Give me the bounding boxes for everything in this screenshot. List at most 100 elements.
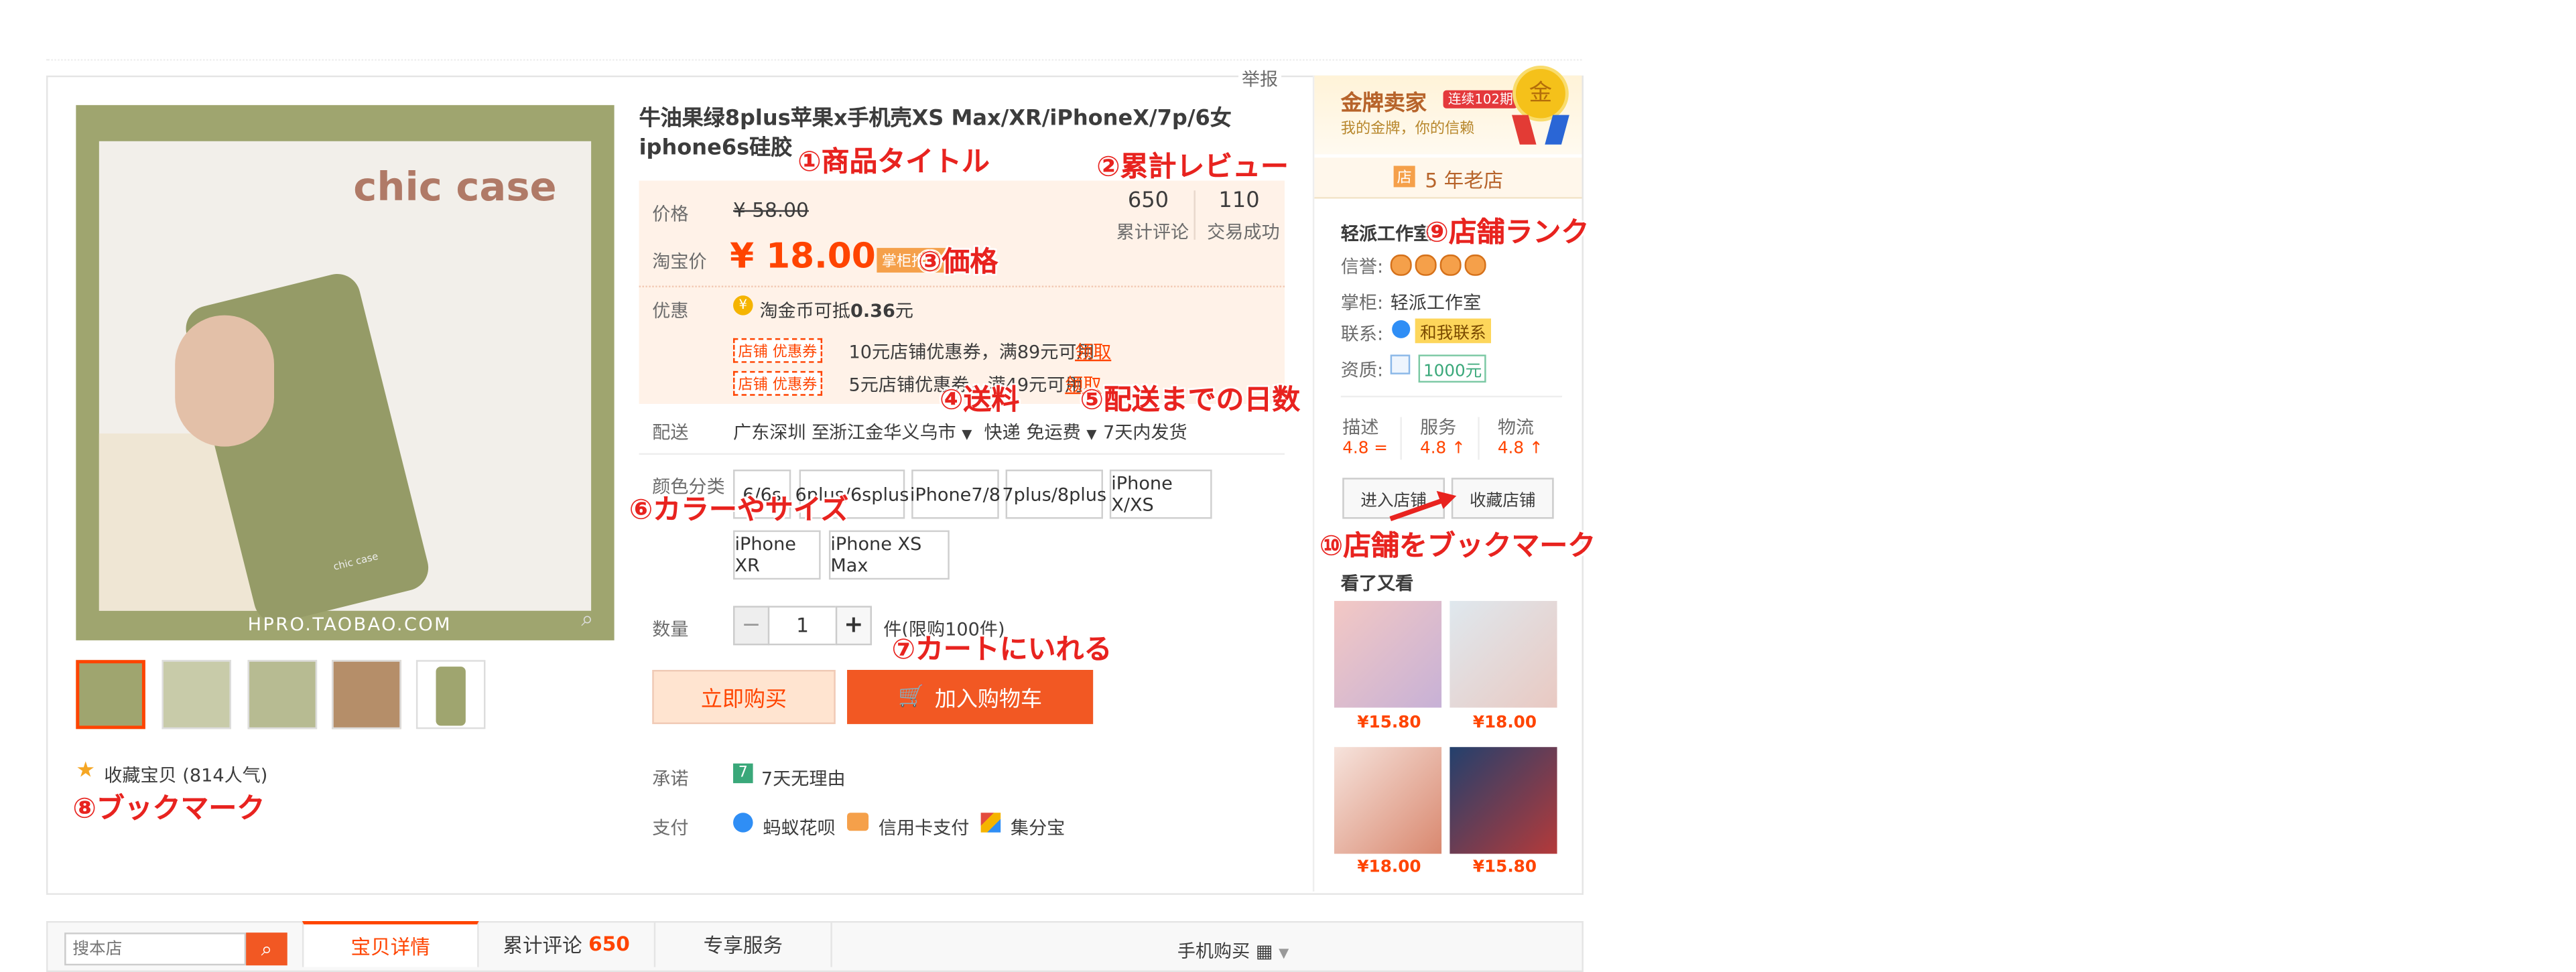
stats-divider bbox=[1194, 190, 1196, 240]
score-divider bbox=[1400, 417, 1402, 460]
annotation-shop-rank: ⑨店舗ランク bbox=[1425, 216, 1590, 250]
thumbnail-1[interactable] bbox=[76, 660, 145, 730]
top-divider bbox=[46, 59, 1582, 62]
sku-option[interactable]: iPhone XS Max bbox=[828, 530, 950, 580]
coin-amount: 0.36 bbox=[850, 300, 895, 322]
tab-service[interactable]: 专享服务 bbox=[655, 921, 832, 967]
tab-reviews-count: 650 bbox=[588, 932, 630, 956]
credit-label: 信誉: bbox=[1340, 256, 1384, 278]
annotation-favorite-shop: ⑩店舗をブックマーク bbox=[1319, 530, 1596, 563]
shipping-method-select[interactable]: 快递 免运费 ▼ bbox=[984, 419, 1097, 445]
image-watermark: HPRO.TAOBAO.COM bbox=[247, 614, 452, 636]
product-main-image[interactable]: chic case chic case HPRO.TAOBAO.COM ⌕ bbox=[76, 105, 615, 640]
gold-seller-subtitle: 我的金牌，你的信赖 bbox=[1340, 121, 1475, 138]
crown-rating-icons bbox=[1390, 251, 1486, 283]
related-item-image[interactable] bbox=[1334, 601, 1442, 708]
annotation-product-title: ①商品タイトル bbox=[797, 146, 990, 180]
add-to-cart-button[interactable]: 🛒 加入购物车 bbox=[847, 670, 1094, 724]
thumbnail-5-phone bbox=[436, 667, 466, 726]
related-item-price[interactable]: ¥18.00 bbox=[1473, 714, 1537, 732]
shop-search-button[interactable]: ⌕ bbox=[246, 932, 287, 966]
annotation-reviews: ②累計レビュー bbox=[1096, 151, 1289, 184]
annotation-shipping-fee: ④送料 bbox=[940, 384, 1020, 417]
coin-text-post: 元 bbox=[895, 300, 913, 322]
payment-credit-card[interactable]: 信用卡支付 bbox=[879, 815, 970, 841]
coupon1-tag: 店铺 优惠券 bbox=[733, 338, 822, 363]
taobao-product-page: 举报 chic case chic case HPRO.TAOBAO.COM ⌕… bbox=[0, 0, 2576, 972]
taobao-price-label: 淘宝价 bbox=[652, 251, 707, 273]
mobile-buy-label: 手机购买 bbox=[1177, 941, 1250, 963]
promise-label: 承诺 bbox=[652, 768, 689, 790]
sku-option[interactable]: 7plus/8plus bbox=[1002, 469, 1106, 519]
annotation-delivery-days: ⑤配送までの日数 bbox=[1080, 384, 1301, 417]
shop-scores-divider bbox=[1340, 395, 1562, 398]
payment-huabei[interactable]: 蚂蚁花呗 bbox=[763, 815, 835, 841]
qr-code-icon: ▦ bbox=[1255, 941, 1273, 963]
sku-option[interactable]: iPhone XR bbox=[733, 530, 821, 580]
shop-search-input[interactable] bbox=[64, 932, 247, 966]
related-item-image[interactable] bbox=[1334, 747, 1442, 854]
quantity-minus-button[interactable]: − bbox=[733, 606, 770, 646]
quantity-input[interactable]: 1 bbox=[767, 606, 838, 646]
related-item-price[interactable]: ¥15.80 bbox=[1473, 859, 1537, 877]
annotation-color-size: ⑥カラーやサイズ bbox=[629, 494, 849, 527]
coin-text-pre: 淘金币可抵 bbox=[759, 300, 850, 322]
star-icon[interactable]: ★ bbox=[76, 758, 95, 783]
caret-down-icon: ▼ bbox=[1086, 427, 1097, 442]
gold-medal-icon: 金 bbox=[1512, 66, 1569, 122]
thumbnail-5[interactable] bbox=[415, 660, 486, 730]
related-title: 看了又看 bbox=[1340, 573, 1414, 595]
promise-text[interactable]: 7天无理由 bbox=[761, 765, 846, 791]
related-item-image[interactable] bbox=[1450, 601, 1557, 708]
related-item-image[interactable] bbox=[1450, 747, 1557, 854]
crown-icon bbox=[1415, 254, 1437, 276]
tab-details[interactable]: 宝贝详情 bbox=[302, 921, 479, 967]
quantity-plus-button[interactable]: + bbox=[835, 606, 872, 646]
keeper-value[interactable]: 轻派工作室 bbox=[1391, 289, 1482, 315]
tab-reviews[interactable]: 累计评论 650 bbox=[479, 921, 656, 967]
shop-years-icon: 店 bbox=[1393, 165, 1415, 188]
score-description-label: 描述 bbox=[1342, 417, 1379, 439]
product-title-line1: 牛油果绿8plus苹果x手机壳XS Max/XR/iPhoneX/7p/6女 bbox=[639, 107, 1232, 132]
delivery-destination: 浙江金华义乌市 bbox=[828, 421, 956, 443]
payment-label: 支付 bbox=[652, 817, 689, 839]
delivery-from-to: 广东深圳 至 bbox=[733, 421, 830, 443]
report-link[interactable]: 举报 bbox=[1238, 66, 1282, 92]
hand-shape bbox=[175, 315, 275, 447]
delivery-destination-select[interactable]: 浙江金华义乌市 ▼ bbox=[829, 419, 972, 445]
related-item-price[interactable]: ¥15.80 bbox=[1357, 714, 1421, 732]
contact-label: 联系: bbox=[1340, 323, 1384, 345]
score-service-label: 服务 bbox=[1420, 417, 1457, 439]
score-logistics-label: 物流 bbox=[1497, 417, 1535, 439]
buy-now-button[interactable]: 立即购买 bbox=[652, 670, 836, 724]
favorite-shop-button[interactable]: 收藏店铺 bbox=[1451, 478, 1554, 519]
related-item-price[interactable]: ¥18.00 bbox=[1357, 859, 1421, 877]
delivery-days: 7天内发货 bbox=[1102, 421, 1187, 443]
gold-seller-streak-badge: 连续102期 bbox=[1443, 90, 1519, 109]
quantity-label: 数量 bbox=[652, 619, 689, 640]
shop-name[interactable]: 轻派工作室 bbox=[1341, 220, 1432, 246]
mobile-buy-link[interactable]: 手机购买 ▦ ▼ bbox=[1177, 938, 1289, 964]
payment-jifenbao[interactable]: 集分宝 bbox=[1011, 815, 1065, 841]
crown-icon bbox=[1439, 254, 1462, 276]
shipping-fee: 快递 免运费 bbox=[984, 421, 1081, 443]
contact-seller-button[interactable]: 和我联系 bbox=[1415, 318, 1491, 344]
thumbnail-3[interactable] bbox=[247, 660, 318, 730]
delivery-divider bbox=[639, 453, 1285, 455]
delivery-label: 配送 bbox=[652, 421, 689, 443]
annotation-add-cart: ⑦カートにいれる bbox=[891, 634, 1112, 667]
thumbnail-2[interactable] bbox=[162, 660, 231, 730]
score-divider bbox=[1478, 417, 1480, 460]
keeper-label: 掌柜: bbox=[1340, 292, 1384, 314]
caret-down-icon: ▼ bbox=[962, 427, 972, 442]
score-description-value: 4.8 = bbox=[1342, 439, 1388, 458]
coupon1-claim-link[interactable]: 领取 bbox=[1075, 338, 1111, 364]
sku-option[interactable]: iPhone7/8 bbox=[910, 469, 1001, 519]
thumbnail-4[interactable] bbox=[332, 660, 401, 730]
zoom-icon[interactable]: ⌕ bbox=[581, 608, 593, 632]
reviews-label: 累计评论 bbox=[1116, 221, 1189, 243]
cart-icon: 🛒 bbox=[898, 685, 925, 709]
phone-case-text: chic case bbox=[332, 551, 380, 573]
sku-option[interactable]: iPhone X/XS bbox=[1109, 469, 1212, 519]
reviews-count[interactable]: 650 bbox=[1128, 189, 1169, 214]
